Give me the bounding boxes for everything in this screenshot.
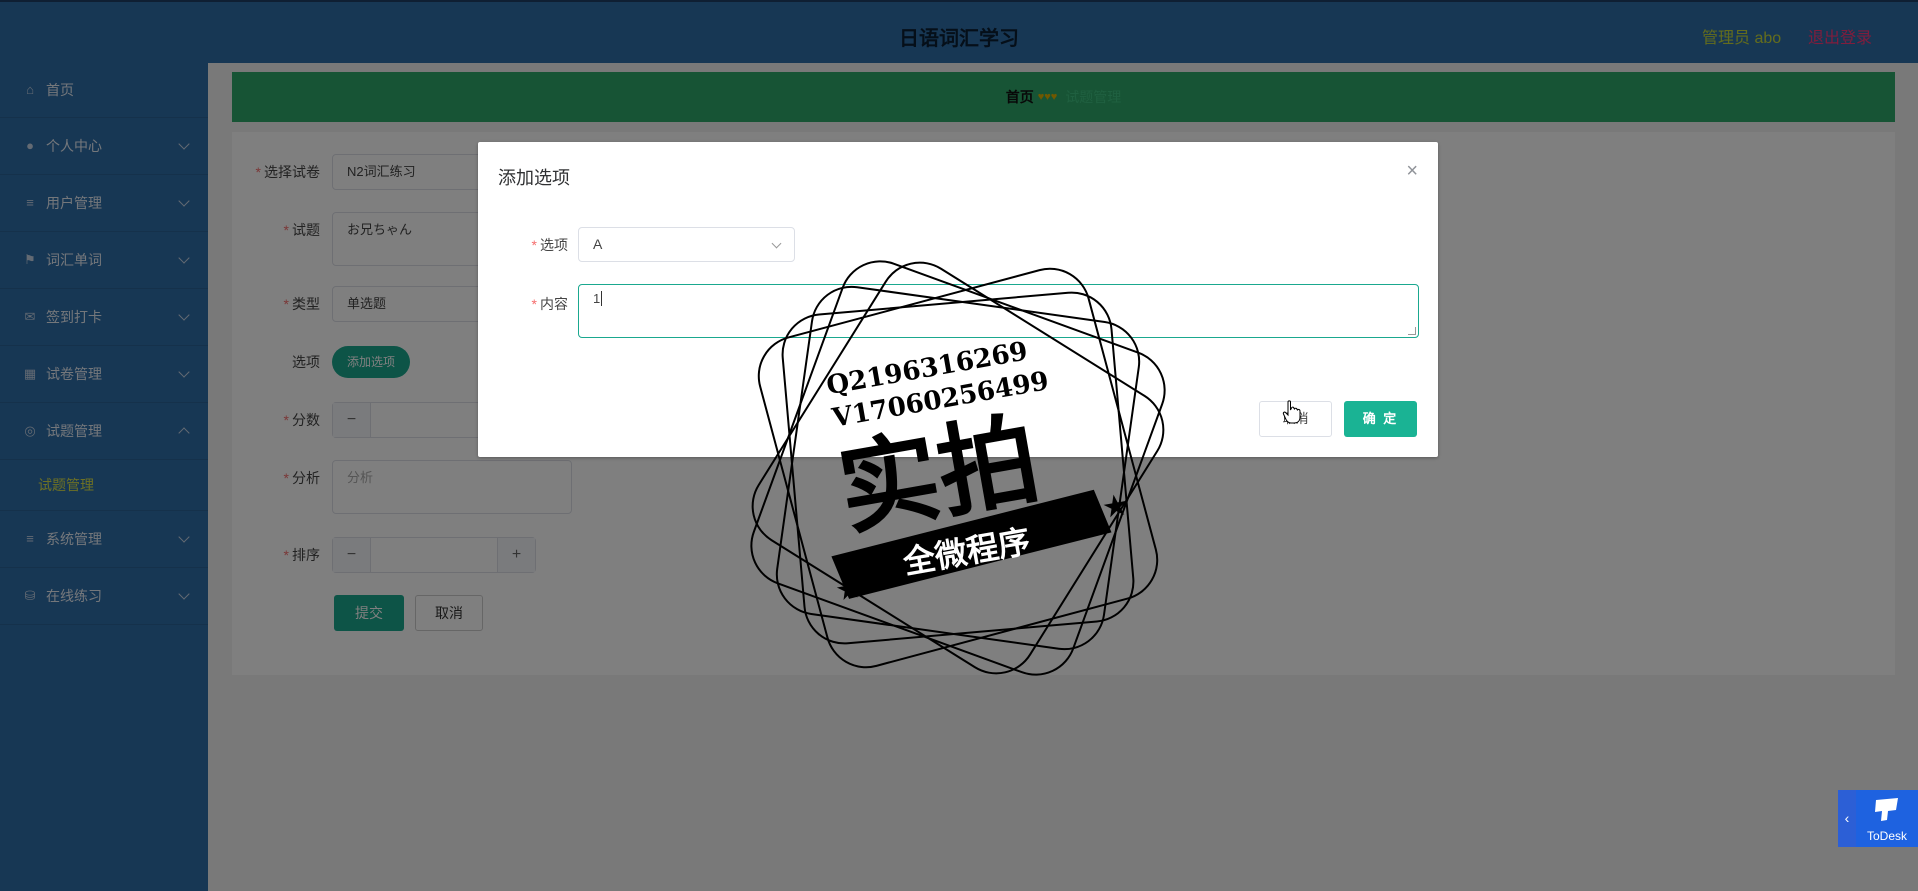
option-select[interactable]: A [578,227,795,262]
star-icon: ★ [833,571,865,608]
option-label: * 选项 [531,237,568,253]
option-select-value: A [593,236,603,252]
hand-cursor-icon [1282,400,1301,424]
watermark-stamp: Q2196316269 V17060256499 实拍 全微程序 ★ ★ [750,260,1166,676]
todesk-logo-icon [1875,798,1898,821]
collapse-arrow-icon[interactable]: ‹ [1838,790,1856,847]
todesk-label: ToDesk [1866,829,1907,843]
chevron-down-icon [771,238,782,249]
resize-handle-icon[interactable] [1408,327,1416,335]
dialog-title: 添加选项 [498,168,570,188]
todesk-widget[interactable]: ‹ ToDesk [1838,790,1918,847]
dialog-confirm-button[interactable]: 确 定 [1344,401,1417,437]
content-value: 1 [593,291,601,306]
todesk-button[interactable]: ToDesk [1856,790,1918,847]
content-label: * 内容 [531,296,568,312]
close-icon[interactable]: × [1406,160,1418,183]
star-icon: ★ [1099,488,1131,525]
